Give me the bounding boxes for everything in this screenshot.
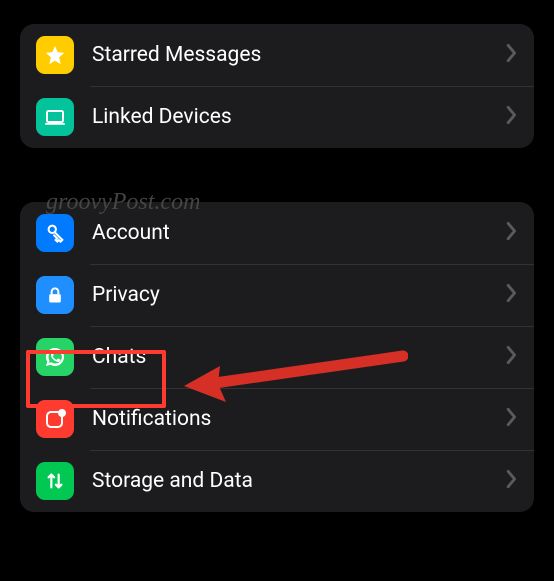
- lock-icon: [36, 276, 74, 314]
- key-icon: [36, 214, 74, 252]
- row-chats[interactable]: Chats: [20, 326, 534, 388]
- chevron-right-icon: [506, 44, 518, 66]
- chevron-right-icon: [506, 106, 518, 128]
- whatsapp-icon: [36, 338, 74, 376]
- row-label: Account: [92, 221, 506, 245]
- row-label: Notifications: [92, 407, 506, 431]
- row-account[interactable]: Account: [20, 202, 534, 264]
- row-linked-devices[interactable]: Linked Devices: [20, 86, 534, 148]
- row-privacy[interactable]: Privacy: [20, 264, 534, 326]
- chevron-right-icon: [506, 470, 518, 492]
- star-icon: [36, 36, 74, 74]
- arrows-updown-icon: [36, 462, 74, 500]
- row-label: Linked Devices: [92, 105, 506, 129]
- settings-section-2: Account Privacy Chats Notifications: [20, 202, 534, 512]
- chevron-right-icon: [506, 346, 518, 368]
- row-label: Chats: [92, 345, 506, 369]
- row-starred-messages[interactable]: Starred Messages: [20, 24, 534, 86]
- row-storage-data[interactable]: Storage and Data: [20, 450, 534, 512]
- chevron-right-icon: [506, 284, 518, 306]
- row-label: Starred Messages: [92, 43, 506, 67]
- laptop-icon: [36, 98, 74, 136]
- row-label: Storage and Data: [92, 469, 506, 493]
- chevron-right-icon: [506, 222, 518, 244]
- row-notifications[interactable]: Notifications: [20, 388, 534, 450]
- notification-icon: [36, 400, 74, 438]
- chevron-right-icon: [506, 408, 518, 430]
- row-label: Privacy: [92, 283, 506, 307]
- settings-section-1: Starred Messages Linked Devices: [20, 24, 534, 148]
